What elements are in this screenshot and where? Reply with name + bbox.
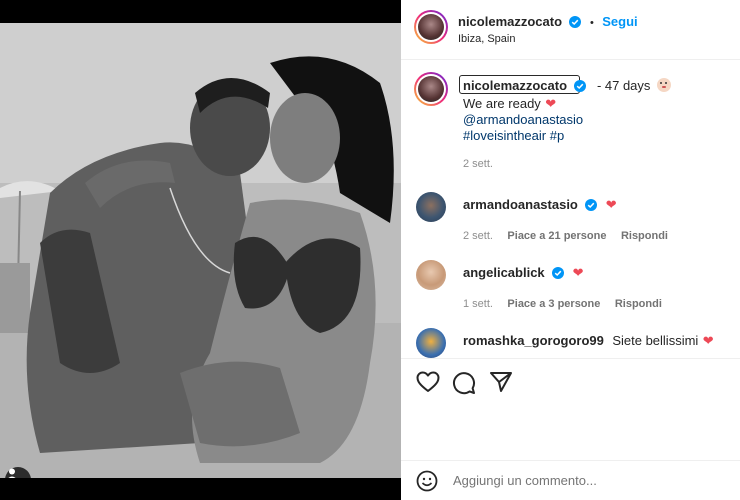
- follow-button[interactable]: Segui: [602, 14, 637, 29]
- comment-bubble-icon[interactable]: [452, 371, 476, 395]
- caption-text-line2: We are ready: [463, 96, 541, 111]
- heart-emoji-icon: ❤: [702, 333, 714, 348]
- caption-text-line1: - 47 days: [596, 78, 651, 93]
- verified-badge-icon: [585, 199, 598, 211]
- comment-timestamp[interactable]: 1 sett.: [463, 298, 493, 310]
- user-tag-icon: [8, 468, 16, 478]
- paper-plane-icon[interactable]: [489, 371, 513, 393]
- heart-emoji-icon: ❤: [545, 96, 557, 111]
- baby-emoji-icon: [656, 78, 671, 92]
- caption-timestamp[interactable]: 2 sett.: [463, 158, 493, 170]
- verified-badge-icon: [569, 16, 582, 28]
- heart-icon[interactable]: [416, 371, 440, 393]
- comment-likes-count[interactable]: Piace a 3 persone: [507, 298, 600, 310]
- comment-reply-button[interactable]: Rispondi: [621, 230, 668, 242]
- comment-reply-button[interactable]: Rispondi: [615, 298, 662, 310]
- separator-dot: •: [589, 17, 594, 29]
- caption-mention[interactable]: @armandoanastasio: [463, 111, 583, 128]
- comment-text: Siete bellissimi: [612, 333, 699, 348]
- post-media: [0, 0, 401, 500]
- comment-username[interactable]: angelicablick: [463, 265, 545, 280]
- comment-avatar[interactable]: [416, 260, 446, 290]
- smiley-icon[interactable]: [416, 470, 438, 492]
- comment-timestamp[interactable]: 2 sett.: [463, 230, 493, 242]
- post-header: nicolemazzocato • Segui Ibiza, Spain: [401, 0, 740, 60]
- comment-username[interactable]: armandoanastasio: [463, 197, 578, 212]
- author-username[interactable]: nicolemazzocato: [458, 14, 562, 29]
- author-avatar[interactable]: [414, 10, 448, 44]
- comment-avatar[interactable]: [416, 328, 446, 358]
- comment-likes-count[interactable]: Piace a 21 persone: [507, 230, 606, 242]
- caption-hashtags[interactable]: #loveisintheair #p: [463, 127, 564, 144]
- post-actions-bar: [401, 358, 740, 406]
- verified-badge-icon: [552, 267, 565, 279]
- post-location[interactable]: Ibiza, Spain: [458, 33, 515, 45]
- heart-emoji-icon: ❤: [572, 265, 584, 280]
- caption-username[interactable]: nicolemazzocato: [463, 78, 567, 93]
- comment-input[interactable]: [453, 473, 693, 488]
- comment-username[interactable]: romashka_gorogoro99: [463, 333, 604, 348]
- comment-avatar[interactable]: [416, 192, 446, 222]
- add-comment-bar: [401, 460, 740, 500]
- post-photo[interactable]: [0, 23, 401, 478]
- heart-emoji-icon: ❤: [605, 197, 617, 212]
- verified-badge-icon: [574, 80, 587, 92]
- post-details-panel: nicolemazzocato • Segui Ibiza, Spain nic…: [401, 0, 740, 500]
- caption-author-avatar[interactable]: [414, 72, 448, 106]
